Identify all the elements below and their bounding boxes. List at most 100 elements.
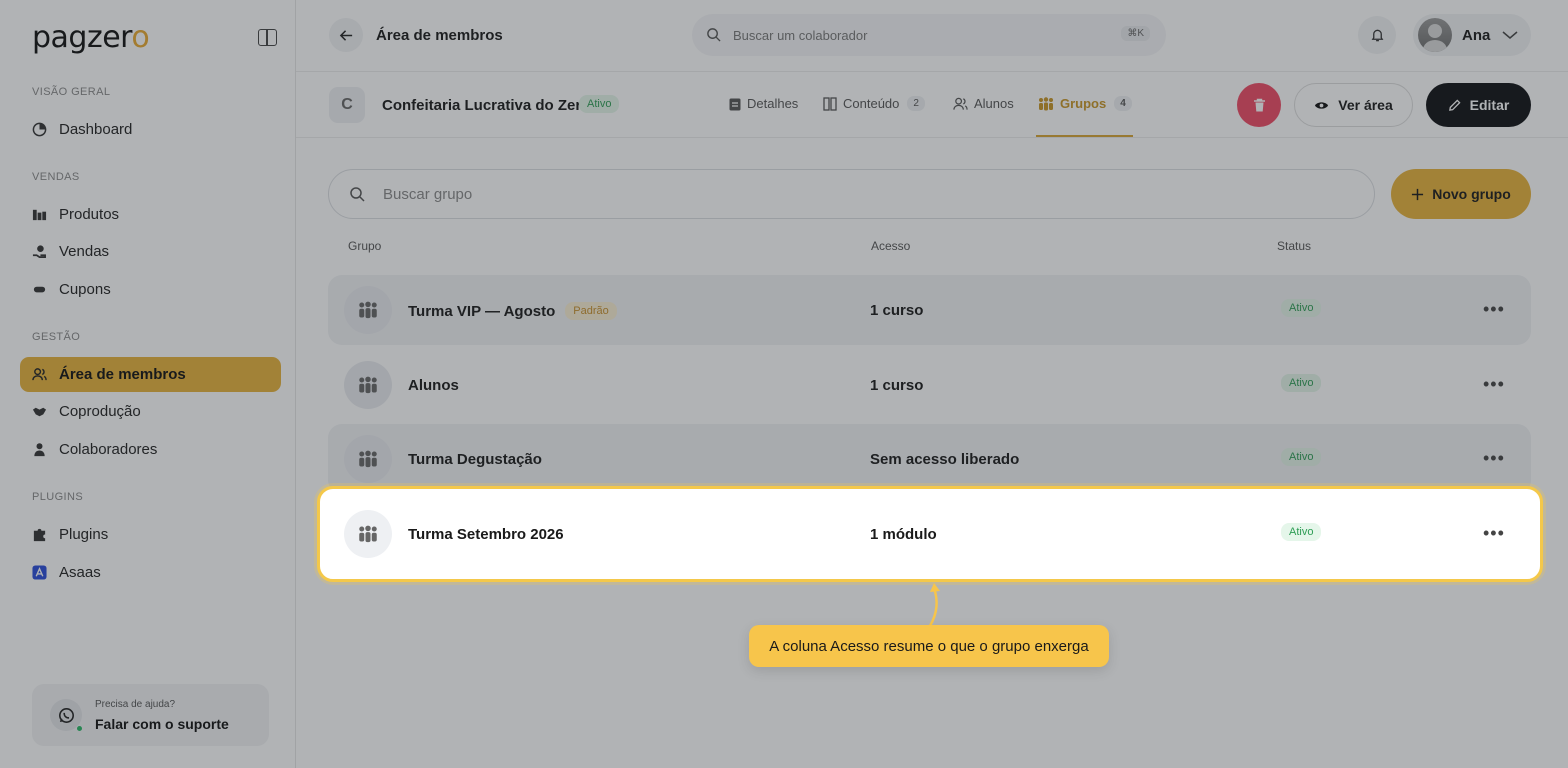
tab-count: 2 xyxy=(907,96,925,111)
page-title: Área de membros xyxy=(376,27,503,44)
column-header-access[interactable]: Acesso xyxy=(871,239,910,253)
button-label: Editar xyxy=(1469,97,1510,113)
more-options-icon[interactable]: ••• xyxy=(1483,375,1505,393)
sidebar-item-collaborators[interactable]: Colaboradores xyxy=(20,432,281,467)
default-badge: Padrão xyxy=(565,302,617,320)
sidebar-item-coupons[interactable]: Cupons xyxy=(20,272,281,307)
arrow-left-icon xyxy=(339,29,352,41)
sidebar-item-label: Vendas xyxy=(59,243,110,260)
view-area-button[interactable]: Ver área xyxy=(1294,83,1413,127)
table-row[interactable]: Turma VIP — Agosto Padrão 1 curso Ativo •… xyxy=(328,275,1531,345)
sidebar-item-label: Produtos xyxy=(59,206,120,223)
status-badge: Ativo xyxy=(1281,299,1322,317)
sidebar-item-label: Plugins xyxy=(59,526,109,543)
top-bar: Área de membros Buscar um colaborador ⌘K… xyxy=(296,0,1568,72)
handshake-icon xyxy=(32,404,47,419)
search-icon xyxy=(350,187,365,202)
delete-button[interactable] xyxy=(1237,83,1281,127)
tab-details[interactable]: Detalhes xyxy=(729,96,798,111)
plus-icon xyxy=(1412,188,1424,200)
section-label-sales: VENDAS xyxy=(32,171,80,183)
tab-students[interactable]: Alunos xyxy=(953,96,1014,111)
eye-icon xyxy=(1315,101,1329,109)
section-label-management: GESTÃO xyxy=(32,331,81,343)
group-access: 1 curso xyxy=(870,302,924,319)
help-question: Precisa de ajuda? xyxy=(95,699,176,710)
sidebar: pagzero VISÃO GERAL Dashboard VENDAS Pro… xyxy=(0,0,296,768)
support-card[interactable]: Precisa de ajuda? Falar com o suporte xyxy=(32,684,269,746)
table-row[interactable]: Alunos 1 curso Ativo ••• xyxy=(328,350,1531,420)
status-badge: Ativo xyxy=(1281,523,1322,541)
trash-icon xyxy=(1253,98,1265,112)
group-icon xyxy=(344,361,392,409)
search-placeholder: Buscar grupo xyxy=(383,186,473,203)
online-status-dot xyxy=(76,725,83,732)
group-name: Alunos xyxy=(408,377,459,394)
group-name: Turma VIP — Agosto Padrão xyxy=(408,302,617,320)
user-menu[interactable]: Ana xyxy=(1413,14,1531,56)
dashboard-icon xyxy=(32,122,47,137)
status-badge: Ativo xyxy=(1281,448,1322,466)
group-icon xyxy=(1039,96,1053,110)
sidebar-item-label: Cupons xyxy=(59,281,111,298)
tab-content[interactable]: Conteúdo 2 xyxy=(823,96,925,111)
sidebar-item-products[interactable]: Produtos xyxy=(20,197,281,232)
sidebar-item-sales[interactable]: Vendas xyxy=(20,234,281,269)
support-link[interactable]: Falar com o suporte xyxy=(95,716,229,732)
tab-label: Grupos xyxy=(1060,96,1107,111)
coupon-icon xyxy=(32,282,47,297)
user-icon xyxy=(32,442,47,457)
group-search-input[interactable]: Buscar grupo xyxy=(328,169,1375,219)
products-icon xyxy=(32,207,47,222)
users-icon xyxy=(953,97,968,110)
new-group-button[interactable]: Novo grupo xyxy=(1391,169,1531,219)
pencil-icon xyxy=(1448,98,1461,111)
tab-label: Detalhes xyxy=(747,96,799,111)
sidebar-item-plugins[interactable]: Plugins xyxy=(20,517,281,552)
more-options-icon[interactable]: ••• xyxy=(1483,449,1505,467)
keyboard-shortcut: ⌘K xyxy=(1121,26,1150,41)
button-label: Ver área xyxy=(1338,97,1393,113)
sidebar-item-dashboard[interactable]: Dashboard xyxy=(20,112,281,147)
product-header: C Confeitaria Lucrativa do Zero Ativo De… xyxy=(296,72,1568,138)
column-header-status[interactable]: Status xyxy=(1277,239,1311,253)
table-row[interactable]: Turma Degustação Sem acesso liberado Ati… xyxy=(328,424,1531,494)
more-options-icon[interactable]: ••• xyxy=(1483,300,1505,318)
group-icon xyxy=(344,435,392,483)
notifications-button[interactable] xyxy=(1358,16,1396,54)
sidebar-collapse-icon[interactable] xyxy=(258,29,277,46)
product-title: Confeitaria Lucrativa do Zero xyxy=(382,97,591,114)
back-button[interactable] xyxy=(329,18,363,52)
members-icon xyxy=(32,367,47,382)
status-badge: Ativo xyxy=(1281,374,1322,392)
active-tab-indicator xyxy=(1036,135,1133,137)
sidebar-item-label: Área de membros xyxy=(59,366,186,383)
puzzle-icon xyxy=(32,527,47,542)
product-status-badge: Ativo xyxy=(579,95,620,113)
avatar xyxy=(1418,18,1452,52)
sidebar-item-asaas[interactable]: Asaas xyxy=(20,555,281,590)
tab-count: 4 xyxy=(1114,96,1132,111)
column-header-group[interactable]: Grupo xyxy=(348,239,381,253)
sidebar-item-members-area[interactable]: Área de membros xyxy=(20,357,281,392)
sidebar-item-label: Asaas xyxy=(59,564,101,581)
chevron-down-icon xyxy=(1502,31,1518,39)
group-icon xyxy=(344,286,392,334)
edit-button[interactable]: Editar xyxy=(1426,83,1531,127)
collaborator-search-input[interactable]: Buscar um colaborador ⌘K xyxy=(692,14,1166,56)
tab-label: Alunos xyxy=(974,96,1014,111)
more-options-icon[interactable]: ••• xyxy=(1483,524,1505,542)
group-name: Turma Degustação xyxy=(408,451,542,468)
brand-logo[interactable]: pagzero xyxy=(32,20,150,55)
group-access: Sem acesso liberado xyxy=(870,451,1020,468)
group-access: 1 curso xyxy=(870,377,924,394)
search-icon xyxy=(707,28,721,42)
tab-groups[interactable]: Grupos 4 xyxy=(1038,96,1132,111)
highlighted-table-row[interactable]: Turma Setembro 2026 1 módulo Ativo ••• xyxy=(317,486,1543,582)
book-icon xyxy=(823,96,837,111)
sidebar-item-coproduction[interactable]: Coprodução xyxy=(20,394,281,429)
clipboard-icon xyxy=(729,98,741,110)
tab-label: Conteúdo xyxy=(843,96,900,111)
sales-icon xyxy=(32,244,47,259)
sidebar-item-label: Coprodução xyxy=(59,403,141,420)
